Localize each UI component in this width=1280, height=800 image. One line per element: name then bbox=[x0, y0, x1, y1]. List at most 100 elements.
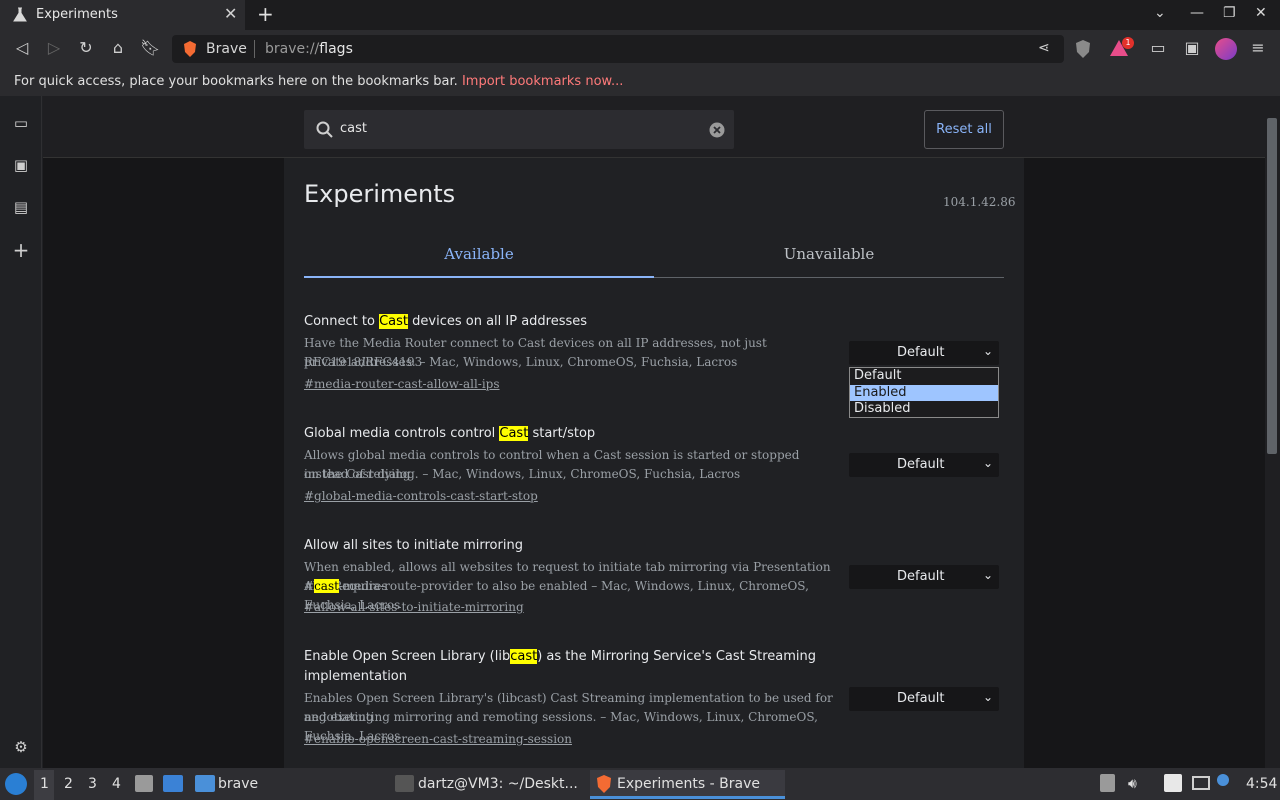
flag-description: on the Cast dialog. – Mac, Windows, Linu… bbox=[304, 467, 741, 481]
clear-search-icon[interactable] bbox=[709, 122, 725, 138]
option-enabled[interactable]: Enabled bbox=[850, 385, 998, 401]
forward-icon[interactable]: ▷ bbox=[44, 38, 64, 57]
notes-icon[interactable] bbox=[1164, 774, 1182, 792]
search-highlight: Cast bbox=[499, 426, 529, 441]
flag-select-value: Default bbox=[897, 457, 945, 472]
flag-select[interactable]: Default ⌄ bbox=[849, 453, 999, 477]
flag-title-text: Connect to bbox=[304, 314, 380, 329]
flag-select-value: Default bbox=[897, 345, 945, 360]
workspace-2[interactable]: 2 bbox=[64, 776, 73, 792]
search-value: cast bbox=[340, 121, 367, 136]
network-icon[interactable] bbox=[1192, 776, 1210, 790]
start-menu-icon[interactable] bbox=[5, 773, 27, 795]
taskbar-terminal[interactable]: dartz@VM3: ~/Deskt... bbox=[418, 776, 578, 792]
avatar[interactable] bbox=[1215, 38, 1237, 60]
chevron-down-icon: ⌄ bbox=[983, 568, 994, 582]
chevron-down-icon: ⌄ bbox=[983, 690, 994, 704]
flag-permalink[interactable]: #global-media-controls-cast-start-stop bbox=[304, 489, 538, 503]
files-launcher-icon[interactable] bbox=[135, 775, 153, 792]
add-sidebar-item-icon[interactable]: + bbox=[11, 238, 31, 262]
tab-unavailable[interactable]: Unavailable bbox=[654, 245, 1004, 263]
flag-select-dropdown: Default Enabled Disabled bbox=[849, 367, 999, 418]
brave-rewards-icon[interactable]: 1 bbox=[1110, 37, 1134, 60]
flag-permalink[interactable]: #media-router-cast-allow-all-ips bbox=[304, 377, 500, 391]
minimize-icon[interactable]: — bbox=[1190, 5, 1204, 21]
sidebar bbox=[0, 96, 42, 768]
tab-available[interactable]: Available bbox=[304, 245, 654, 263]
reload-icon[interactable]: ↻ bbox=[76, 38, 96, 57]
tab-search-icon[interactable]: ⌄ bbox=[1154, 5, 1166, 21]
maximize-icon[interactable]: ❐ bbox=[1223, 5, 1236, 21]
taskbar-folder-brave[interactable]: brave bbox=[218, 776, 258, 792]
workspace-3[interactable]: 3 bbox=[88, 776, 97, 792]
flag-permalink[interactable]: #allow-all-sites-to-initiate-mirroring bbox=[304, 600, 524, 614]
folder-icon bbox=[195, 775, 215, 792]
home-icon[interactable]: ⌂ bbox=[108, 38, 128, 57]
tab-close-icon[interactable]: ✕ bbox=[224, 4, 237, 23]
close-window-icon[interactable]: ✕ bbox=[1255, 5, 1267, 21]
rewards-badge: 1 bbox=[1122, 37, 1134, 49]
flag-select[interactable]: Default ⌄ bbox=[849, 341, 999, 365]
flag-title-text: devices on all IP addresses bbox=[408, 314, 588, 329]
flag-select-value: Default bbox=[897, 691, 945, 706]
browser-tab[interactable]: Experiments ✕ bbox=[0, 0, 245, 30]
active-tab-indicator bbox=[304, 276, 654, 278]
reading-list-icon[interactable]: ▤ bbox=[11, 198, 31, 218]
omnibox-separator bbox=[254, 40, 255, 58]
url-path: flags bbox=[319, 41, 353, 57]
tab-title: Experiments bbox=[36, 7, 118, 22]
flag-title: Global media controls control Cast start… bbox=[304, 424, 834, 444]
search-icon bbox=[316, 121, 333, 138]
url-scheme: brave:// bbox=[265, 41, 320, 57]
search-input[interactable]: cast bbox=[304, 110, 734, 149]
flag-title-text: implementation bbox=[304, 669, 408, 684]
wallet-icon[interactable]: ▣ bbox=[1182, 38, 1202, 57]
taskbar-active-indicator bbox=[590, 796, 785, 799]
flag-permalink[interactable]: #enable-openscreen-cast-streaming-sessio… bbox=[304, 732, 572, 746]
bookmarks-message-text: For quick access, place your bookmarks h… bbox=[14, 74, 458, 89]
settings-gear-icon[interactable]: ⚙ bbox=[11, 738, 31, 758]
desktop-launcher-icon[interactable] bbox=[163, 775, 183, 792]
flag-title-text: Enable Open Screen Library (lib bbox=[304, 649, 511, 664]
bookmark-icon[interactable]: 🔖︎ bbox=[140, 38, 160, 57]
chevron-down-icon: ⌄ bbox=[983, 456, 994, 470]
import-bookmarks-link[interactable]: Import bookmarks now... bbox=[462, 74, 623, 89]
brave-shields-icon[interactable] bbox=[1075, 40, 1091, 62]
omnibox-brand: Brave bbox=[206, 41, 247, 57]
address-bar[interactable]: Brave brave://flags ⋖ bbox=[172, 35, 1064, 63]
flask-icon bbox=[13, 7, 27, 22]
flag-description: private addresses. – Mac, Windows, Linux… bbox=[304, 355, 738, 369]
clock: 4:54 bbox=[1246, 776, 1278, 792]
search-highlight: Cast bbox=[379, 314, 408, 329]
option-default[interactable]: Default bbox=[850, 368, 998, 384]
brave-app-icon bbox=[596, 775, 612, 797]
share-icon[interactable]: ⋖ bbox=[1038, 40, 1050, 56]
scrollbar-thumb[interactable] bbox=[1267, 118, 1277, 454]
flag-title: Enable Open Screen Library (libcast) as … bbox=[304, 647, 834, 687]
page-title: Experiments bbox=[304, 180, 456, 208]
flag-select[interactable]: Default ⌄ bbox=[849, 687, 999, 711]
workspace-1[interactable]: 1 bbox=[40, 776, 49, 792]
flag-title: Allow all sites to initiate mirroring bbox=[304, 538, 523, 553]
reset-all-button[interactable]: Reset all bbox=[924, 110, 1004, 149]
notification-icon[interactable] bbox=[1217, 774, 1229, 786]
omnibox-url[interactable]: brave://flags bbox=[265, 41, 353, 57]
flag-description-text: # bbox=[304, 579, 315, 593]
cast-icon[interactable]: ▭ bbox=[1148, 38, 1168, 57]
video-icon[interactable]: ▭ bbox=[11, 114, 31, 134]
search-highlight: cast bbox=[314, 579, 339, 593]
flag-select-value: Default bbox=[897, 569, 945, 584]
flag-title-text: ) as the Mirroring Service's Cast Stream… bbox=[537, 649, 817, 664]
volume-icon[interactable]: 🔊︎ bbox=[1128, 776, 1137, 792]
menu-icon[interactable]: ≡ bbox=[1248, 38, 1268, 57]
taskbar-brave[interactable]: Experiments - Brave bbox=[617, 776, 760, 792]
back-icon[interactable]: ◁ bbox=[12, 38, 32, 57]
flag-select[interactable]: Default ⌄ bbox=[849, 565, 999, 589]
search-highlight: cast bbox=[510, 649, 538, 664]
new-tab-icon[interactable]: + bbox=[257, 2, 274, 26]
option-disabled[interactable]: Disabled bbox=[850, 401, 998, 417]
bookmarks-message: For quick access, place your bookmarks h… bbox=[14, 74, 623, 89]
wallet-sidebar-icon[interactable]: ▣ bbox=[11, 156, 31, 176]
clipboard-icon[interactable] bbox=[1100, 774, 1115, 792]
workspace-4[interactable]: 4 bbox=[112, 776, 121, 792]
